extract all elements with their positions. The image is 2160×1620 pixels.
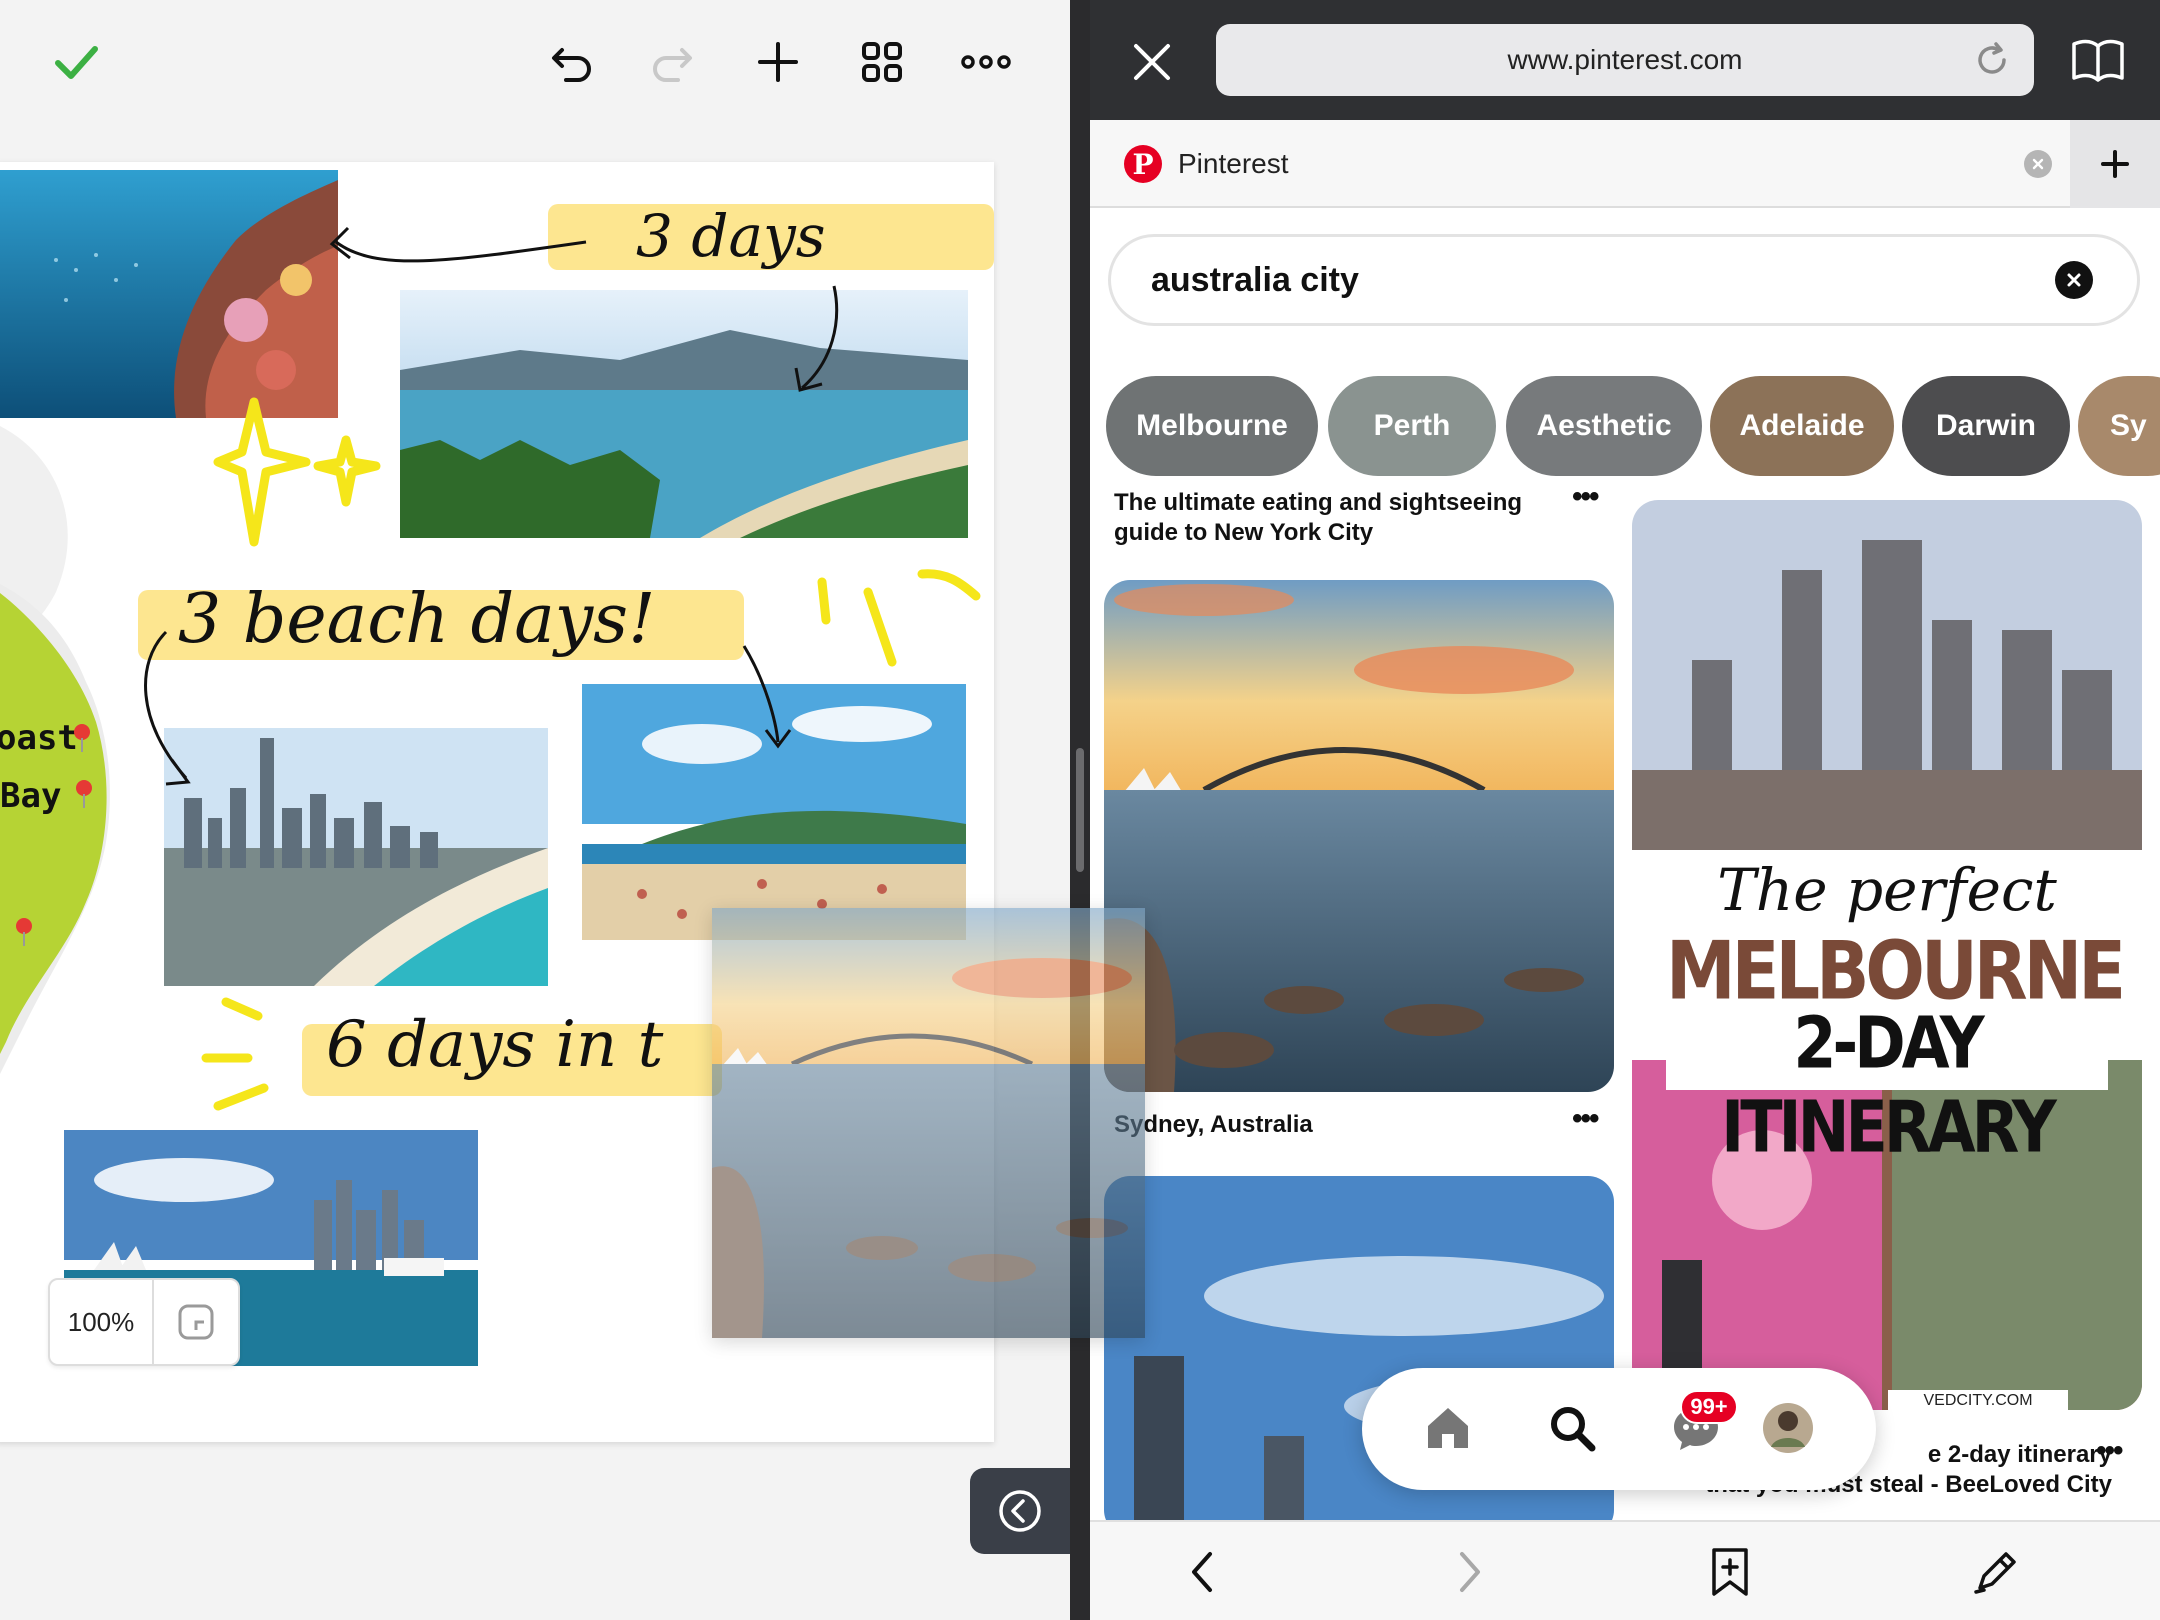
split-view-handle[interactable] (1076, 748, 1084, 872)
close-icon[interactable] (1126, 36, 1178, 88)
crowded-beach-photo[interactable] (582, 684, 966, 940)
back-icon[interactable] (1172, 1540, 1236, 1604)
fit-to-screen-icon[interactable] (154, 1280, 238, 1364)
forward-icon[interactable] (1436, 1540, 1500, 1604)
pin-melbourne-itinerary[interactable]: The perfect MELBOURNE 2-DAY ITINERARY VE… (1632, 500, 2142, 1410)
map-pin (16, 918, 32, 946)
pin-caption[interactable]: The ultimate eating and sightseeing guid… (1114, 488, 1554, 548)
dragged-image-preview[interactable] (712, 908, 1145, 1338)
notification-badge: 99+ (1680, 1390, 1738, 1424)
tab-title: Pinterest (1178, 148, 1289, 179)
grid-icon[interactable] (850, 30, 914, 94)
split-view-divider[interactable] (1070, 0, 1090, 1620)
map-label-bay: Bay (0, 776, 62, 816)
pinterest-bottom-nav: 99+ (1362, 1368, 1876, 1490)
search-suggestion-chips: Melbourne Perth Aesthetic Adelaide Darwi… (1106, 376, 2160, 476)
zoom-level[interactable]: 100% (50, 1280, 154, 1364)
pin-title-script: The perfect (1717, 856, 2057, 924)
checkmark-icon[interactable] (44, 30, 108, 94)
annotation-six-days: 6 days in t (326, 1008, 664, 1082)
close-tab-icon[interactable] (2024, 150, 2052, 178)
map-pin (76, 780, 92, 808)
pin-more-icon[interactable]: ••• (1572, 480, 1599, 514)
collapse-panel-button[interactable] (970, 1468, 1070, 1554)
add-bookmark-icon[interactable] (1698, 1540, 1762, 1604)
annotation-three-days: 3 days (636, 202, 826, 270)
pin-more-icon[interactable]: ••• (2096, 1434, 2123, 1468)
profile-avatar[interactable] (1752, 1392, 1824, 1464)
markup-pen-icon[interactable] (1964, 1540, 2028, 1604)
browser-bottom-toolbar (1090, 1520, 2160, 1620)
pin-more-icon[interactable]: ••• (1572, 1102, 1599, 1136)
search-icon[interactable] (1536, 1392, 1608, 1464)
chip-aesthetic[interactable]: Aesthetic (1506, 376, 1702, 476)
tab-pinterest[interactable]: P Pinterest (1090, 120, 2070, 208)
notes-toolbar (0, 0, 1070, 120)
annotation-beach-days: 3 beach days! (178, 580, 656, 659)
pin-sydney-sunset[interactable] (1104, 580, 1614, 1092)
chevron-left-circle-icon (999, 1490, 1041, 1532)
chip-sydney[interactable]: Sy (2078, 376, 2160, 476)
more-icon[interactable] (954, 30, 1018, 94)
home-icon[interactable] (1412, 1392, 1484, 1464)
redo-icon[interactable] (640, 30, 704, 94)
clear-search-icon[interactable] (2055, 261, 2093, 299)
chip-darwin[interactable]: Darwin (1902, 376, 2070, 476)
plus-icon (2101, 150, 2129, 178)
map-pin (74, 724, 90, 752)
pin-watermark: VEDCITY.COM (1888, 1390, 2068, 1410)
address-bar-area: www.pinterest.com (1090, 0, 2160, 120)
search-input[interactable]: australia city (1108, 234, 2140, 326)
plus-icon[interactable] (746, 30, 810, 94)
reload-icon[interactable] (1972, 40, 2012, 87)
pin-feed[interactable]: The ultimate eating and sightseeing guid… (1090, 480, 2160, 1520)
zoom-control[interactable]: 100% (48, 1278, 240, 1366)
tropical-bay-photo[interactable] (400, 290, 968, 538)
chip-adelaide[interactable]: Adelaide (1710, 376, 1894, 476)
url-text: www.pinterest.com (1507, 44, 1743, 75)
map-label-coast: oast (0, 718, 78, 758)
pin-title-sub: 2-DAY ITINERARY (1721, 1001, 2057, 1169)
tab-bar: P Pinterest (1090, 120, 2160, 208)
gold-coast-photo[interactable] (164, 728, 548, 986)
undo-icon[interactable] (540, 30, 604, 94)
browser-pane: www.pinterest.com P Pinterest australia … (1090, 0, 2160, 1620)
reader-book-icon[interactable] (2068, 32, 2128, 88)
notes-app: oast Bay 3 days 3 beach days! 6 days in … (0, 0, 1070, 1620)
reef-photo[interactable] (0, 170, 338, 418)
url-field[interactable]: www.pinterest.com (1216, 24, 2034, 96)
search-query: australia city (1151, 260, 1359, 299)
chip-perth[interactable]: Perth (1328, 376, 1496, 476)
new-tab-button[interactable] (2070, 120, 2160, 208)
chip-melbourne[interactable]: Melbourne (1106, 376, 1318, 476)
pinterest-logo-icon: P (1124, 145, 1162, 183)
